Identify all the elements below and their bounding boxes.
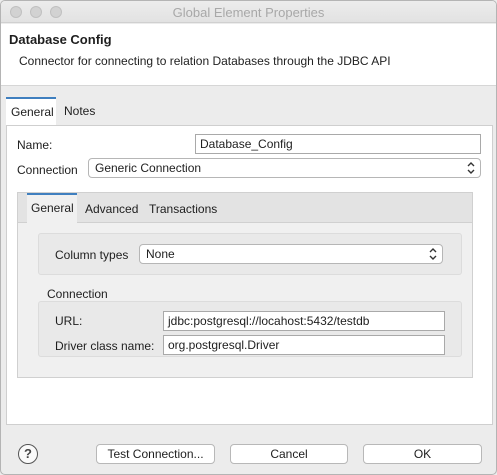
connection-group-title: Connection <box>47 287 108 301</box>
ok-button[interactable]: OK <box>363 444 482 464</box>
chevron-up-down-icon <box>467 162 475 174</box>
tab-general[interactable]: General <box>6 97 56 125</box>
inner-tab-general[interactable]: General <box>27 193 77 224</box>
connection-select[interactable]: Generic Connection <box>88 158 481 178</box>
cancel-button[interactable]: Cancel <box>230 444 348 464</box>
name-label: Name: <box>17 138 53 152</box>
connection-settings-frame: General Advanced Transactions Column typ… <box>17 192 473 378</box>
help-icon[interactable]: ? <box>18 444 38 464</box>
window-title: Global Element Properties <box>172 5 325 20</box>
test-connection-button[interactable]: Test Connection... <box>96 444 215 464</box>
column-types-group: Column types None <box>38 233 462 275</box>
header-description: Connector for connecting to relation Dat… <box>19 54 391 68</box>
column-types-select-value: None <box>146 247 175 261</box>
header-title: Database Config <box>9 32 112 47</box>
chevron-up-down-icon <box>429 248 437 260</box>
connection-label: Connection <box>17 163 78 177</box>
tab-notes[interactable]: Notes <box>59 97 103 125</box>
title-bar[interactable]: Global Element Properties <box>1 1 496 23</box>
name-input[interactable]: Database_Config <box>195 134 481 154</box>
connection-select-value: Generic Connection <box>95 161 202 175</box>
url-input[interactable]: jdbc:postgresql://locahost:5432/testdb <box>163 311 445 331</box>
driver-class-name-label: Driver class name: <box>55 339 155 353</box>
global-element-properties-dialog: Global Element Properties Database Confi… <box>0 0 497 475</box>
driver-class-name-input[interactable]: org.postgresql.Driver <box>163 335 445 355</box>
url-label: URL: <box>55 314 83 328</box>
column-types-label: Column types <box>55 248 129 262</box>
inner-tab-advanced[interactable]: Advanced <box>81 195 143 223</box>
connection-group: URL: jdbc:postgresql://locahost:5432/tes… <box>38 301 462 357</box>
inner-tab-bar: General Advanced Transactions <box>18 193 472 224</box>
dialog-header: Database Config Connector for connecting… <box>1 24 496 86</box>
inner-tab-transactions[interactable]: Transactions <box>145 195 221 223</box>
column-types-select[interactable]: None <box>139 244 443 264</box>
